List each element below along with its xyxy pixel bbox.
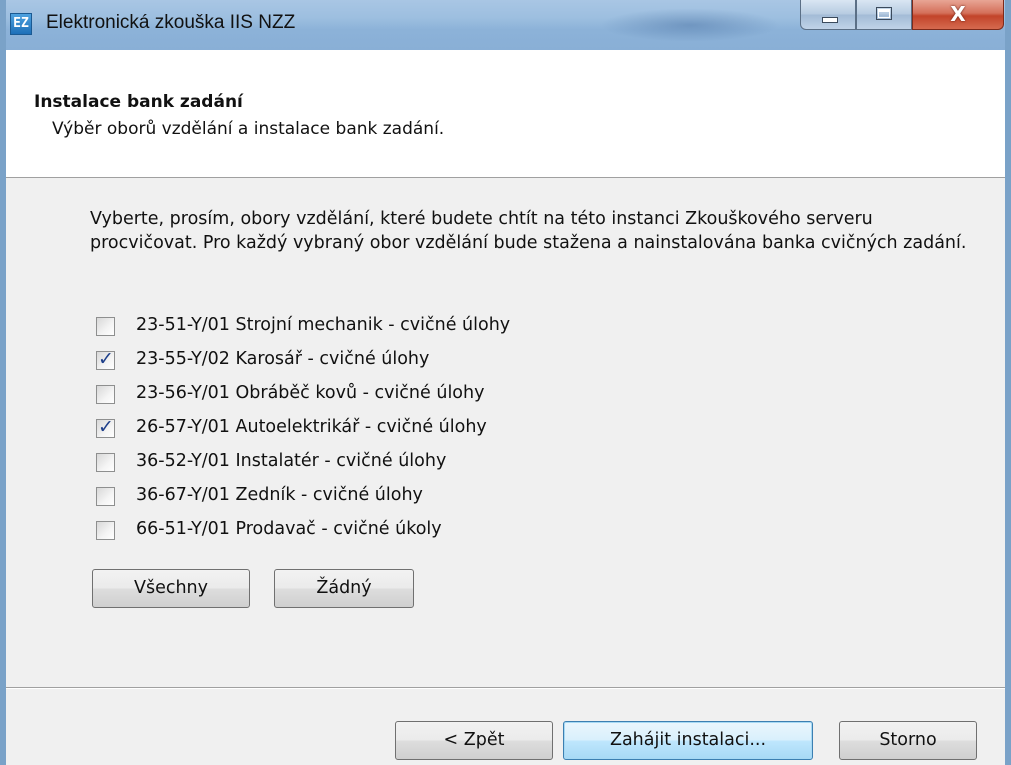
checkbox-label[interactable]: 26-57-Y/01 Autoelektrikář - cvičné úlohy bbox=[136, 417, 487, 437]
caption-buttons: X bbox=[800, 0, 1005, 34]
page-subtitle: Výběr oborů vzdělání a instalace bank za… bbox=[52, 119, 445, 139]
close-icon: X bbox=[950, 2, 966, 26]
field-checkbox-item[interactable]: 36-67-Y/01 Zedník - cvičné úlohy bbox=[90, 482, 690, 516]
start-install-button[interactable]: Zahájit instalaci... bbox=[563, 721, 813, 760]
checkbox[interactable] bbox=[96, 385, 115, 404]
window-title: Elektronická zkouška IIS NZZ bbox=[46, 12, 296, 33]
field-checkbox-item[interactable]: 26-57-Y/01 Autoelektrikář - cvičné úlohy bbox=[90, 414, 690, 448]
maximize-button[interactable] bbox=[856, 0, 912, 30]
close-button[interactable]: X bbox=[912, 0, 1004, 30]
field-checkbox-item[interactable]: 23-51-Y/01 Strojní mechanik - cvičné úlo… bbox=[90, 312, 690, 346]
minimize-button[interactable] bbox=[800, 0, 856, 30]
back-button[interactable]: < Zpět bbox=[395, 721, 553, 760]
checkbox-label[interactable]: 66-51-Y/01 Prodavač - cvičné úkoly bbox=[136, 519, 442, 539]
checkbox-label[interactable]: 36-67-Y/01 Zedník - cvičné úlohy bbox=[136, 485, 423, 505]
checkbox[interactable] bbox=[96, 317, 115, 336]
select-none-button[interactable]: Žádný bbox=[274, 569, 414, 608]
field-checkbox-item[interactable]: 23-56-Y/01 Obráběč kovů - cvičné úlohy bbox=[90, 380, 690, 414]
checkbox[interactable] bbox=[96, 487, 115, 506]
checkbox-label[interactable]: 23-56-Y/01 Obráběč kovů - cvičné úlohy bbox=[136, 383, 484, 403]
maximize-icon bbox=[876, 7, 892, 20]
checkbox-label[interactable]: 23-51-Y/01 Strojní mechanik - cvičné úlo… bbox=[136, 315, 510, 335]
field-checkbox-item[interactable]: 66-51-Y/01 Prodavač - cvičné úkoly bbox=[90, 516, 690, 550]
checkbox-label[interactable]: 36-52-Y/01 Instalatér - cvičné úlohy bbox=[136, 451, 446, 471]
cancel-button[interactable]: Storno bbox=[839, 721, 977, 760]
minimize-icon bbox=[822, 17, 838, 23]
field-checkbox-item[interactable]: 23-55-Y/02 Karosář - cvičné úlohy bbox=[90, 346, 690, 380]
select-all-button[interactable]: Všechny bbox=[92, 569, 250, 608]
client-area: Instalace bank zadání Výběr oborů vzdělá… bbox=[6, 50, 1005, 765]
field-checkbox-item[interactable]: 36-52-Y/01 Instalatér - cvičné úlohy bbox=[90, 448, 690, 482]
footer-divider bbox=[6, 687, 1005, 689]
checkbox[interactable] bbox=[96, 348, 115, 370]
app-icon: EZ bbox=[10, 13, 32, 35]
instructions-text: Vyberte, prosím, obory vzdělání, které b… bbox=[90, 209, 967, 253]
page-title: Instalace bank zadání bbox=[34, 92, 243, 112]
installer-window: EZ Elektronická zkouška IIS NZZ X Instal… bbox=[0, 0, 1011, 765]
title-bar[interactable]: EZ Elektronická zkouška IIS NZZ X bbox=[6, 0, 1005, 50]
checkbox[interactable] bbox=[96, 416, 115, 438]
header-panel: Instalace bank zadání Výběr oborů vzdělá… bbox=[6, 50, 1005, 178]
field-checklist: 23-51-Y/01 Strojní mechanik - cvičné úlo… bbox=[90, 312, 690, 550]
checkbox[interactable] bbox=[96, 453, 115, 472]
checkbox-label[interactable]: 23-55-Y/02 Karosář - cvičné úlohy bbox=[136, 349, 429, 369]
checkbox[interactable] bbox=[96, 521, 115, 540]
